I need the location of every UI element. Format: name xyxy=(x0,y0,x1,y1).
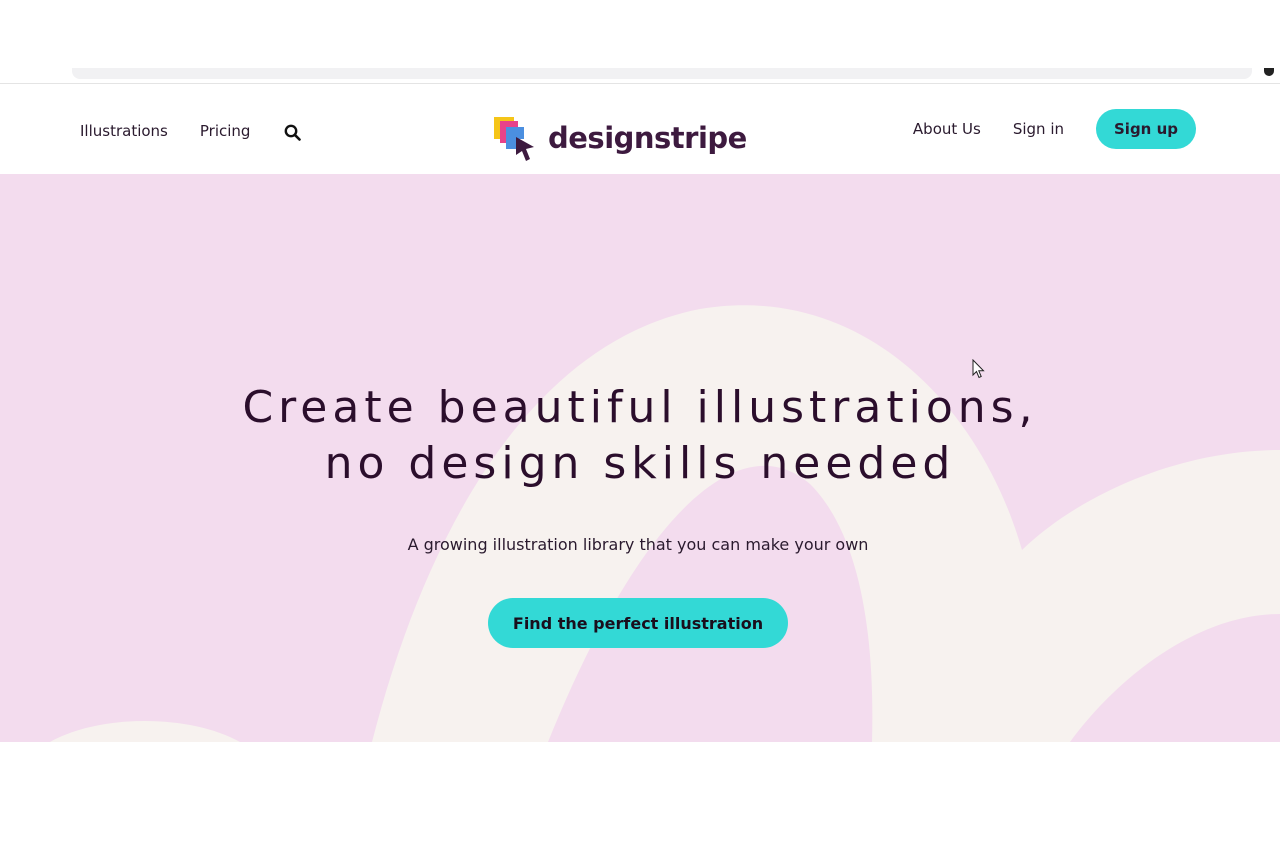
profile-avatar[interactable] xyxy=(1264,68,1274,76)
search-icon[interactable] xyxy=(282,122,302,142)
hero-subtitle: A growing illustration library that you … xyxy=(407,535,869,554)
mouse-cursor-icon xyxy=(972,358,986,379)
address-bar[interactable] xyxy=(72,68,1252,79)
designstripe-logo-icon xyxy=(492,115,536,161)
hero-title: Create beautiful illustrations, no desig… xyxy=(0,380,1280,492)
nav-link-sign-in[interactable]: Sign in xyxy=(1013,120,1064,138)
nav-link-illustrations[interactable]: Illustrations xyxy=(80,122,168,140)
nav-link-about-us[interactable]: About Us xyxy=(913,120,981,138)
browser-toolbar xyxy=(0,68,1280,84)
account-nav: About Us Sign in Sign up xyxy=(913,109,1196,149)
find-illustration-button[interactable]: Find the perfect illustration xyxy=(488,598,788,648)
site-header: Illustrations Pricing designstripe About… xyxy=(0,85,1280,174)
brand-logo[interactable]: designstripe xyxy=(492,115,747,161)
hero-title-line-2: no design skills needed xyxy=(324,438,956,489)
sign-up-button[interactable]: Sign up xyxy=(1096,109,1196,149)
hero-title-line-1: Create beautiful illustrations, xyxy=(242,382,1038,433)
nav-link-pricing[interactable]: Pricing xyxy=(200,122,251,140)
hero-section: Create beautiful illustrations, no desig… xyxy=(0,174,1280,742)
brand-name: designstripe xyxy=(548,120,747,155)
primary-nav: Illustrations Pricing xyxy=(80,120,302,142)
